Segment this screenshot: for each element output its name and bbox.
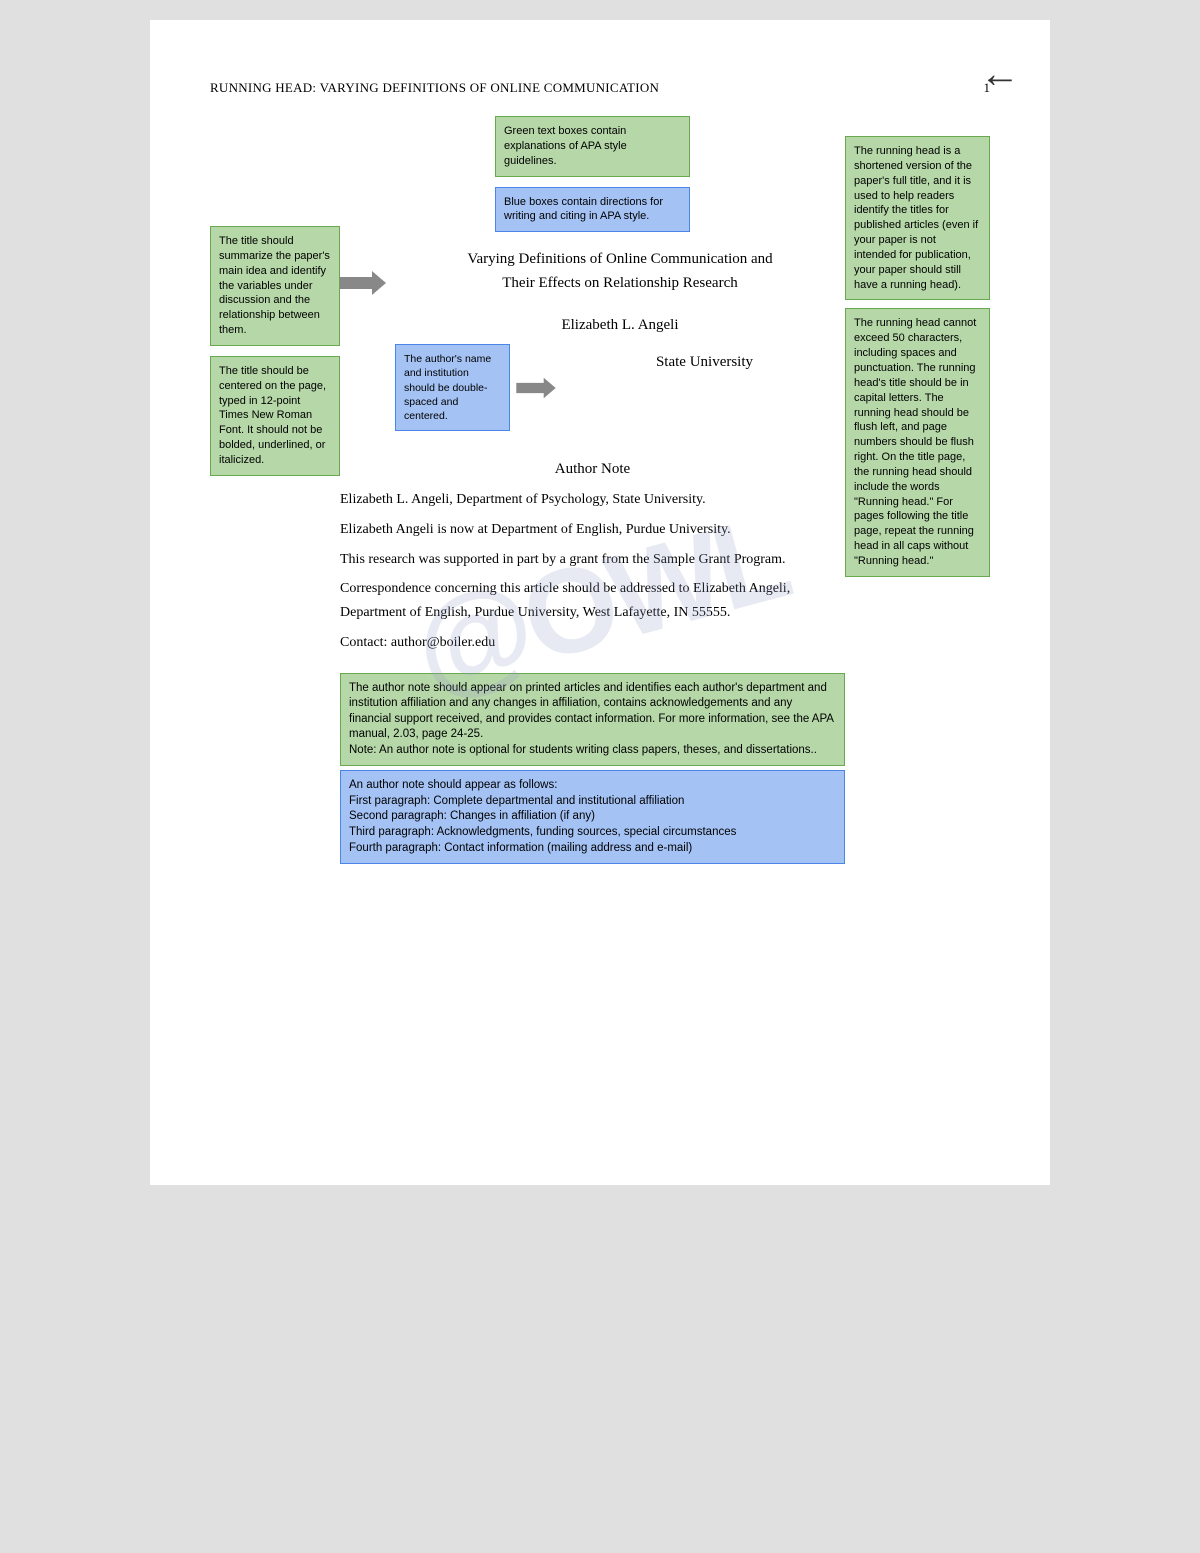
- body-p5: Contact: author@boiler.edu: [340, 631, 845, 655]
- body-p3: This research was supported in part by a…: [340, 548, 845, 572]
- bottom-green-box: The author note should appear on printed…: [340, 673, 845, 767]
- institution-text: State University: [564, 340, 845, 371]
- left-column: The title should summarize the paper's m…: [210, 116, 340, 864]
- author-note-title: Author Note: [340, 461, 845, 478]
- main-area: The title should summarize the paper's m…: [210, 116, 990, 864]
- title-line2: Their Effects on Relationship Research: [395, 271, 845, 295]
- body-p4: Correspondence concerning this article s…: [340, 577, 845, 625]
- center-column: Green text boxes contain explanations of…: [340, 116, 845, 864]
- gray-arrow-icon: [340, 269, 386, 297]
- author-center: Elizabeth L. Angeli: [395, 309, 845, 334]
- title-block: Varying Definitions of Online Communicat…: [395, 247, 845, 295]
- top-green-box: Green text boxes contain explanations of…: [495, 116, 690, 177]
- body-p2: Elizabeth Angeli is now at Department of…: [340, 518, 845, 542]
- author-row: Elizabeth L. Angeli: [340, 309, 845, 334]
- right-green-box-2: The running head cannot exceed 50 charac…: [845, 308, 990, 576]
- author-note-section: Author Note: [340, 461, 845, 478]
- gray-arrow-2-icon: [516, 376, 556, 400]
- institution-block: The author's name and institution should…: [395, 340, 845, 431]
- institution-row: The author's name and institution should…: [340, 340, 845, 431]
- title-line1: Varying Definitions of Online Communicat…: [395, 247, 845, 271]
- title-row: Varying Definitions of Online Communicat…: [340, 247, 845, 297]
- right-column: The running head is a shortened version …: [845, 116, 990, 864]
- running-head-line: Running head: VARYING DEFINITIONS OF ONL…: [210, 80, 990, 96]
- page: ← Running head: VARYING DEFINITIONS OF O…: [150, 20, 1050, 1185]
- bottom-boxes: The author note should appear on printed…: [340, 673, 845, 864]
- author-name: Elizabeth L. Angeli: [395, 317, 845, 334]
- back-arrow-icon[interactable]: ←: [980, 50, 1020, 97]
- right-green-box-1: The running head is a shortened version …: [845, 136, 990, 300]
- top-blue-box: Blue boxes contain directions for writin…: [495, 187, 690, 233]
- bottom-blue-box: An author note should appear as follows:…: [340, 770, 845, 864]
- body-text: Elizabeth L. Angeli, Department of Psych…: [340, 488, 845, 655]
- left-green-box-1: The title should summarize the paper's m…: [210, 226, 340, 346]
- left-green-box-2: The title should be centered on the page…: [210, 356, 340, 476]
- running-head-text: Running head: VARYING DEFINITIONS OF ONL…: [210, 80, 659, 96]
- inline-blue-box: The author's name and institution should…: [395, 344, 510, 431]
- body-p1: Elizabeth L. Angeli, Department of Psych…: [340, 488, 845, 512]
